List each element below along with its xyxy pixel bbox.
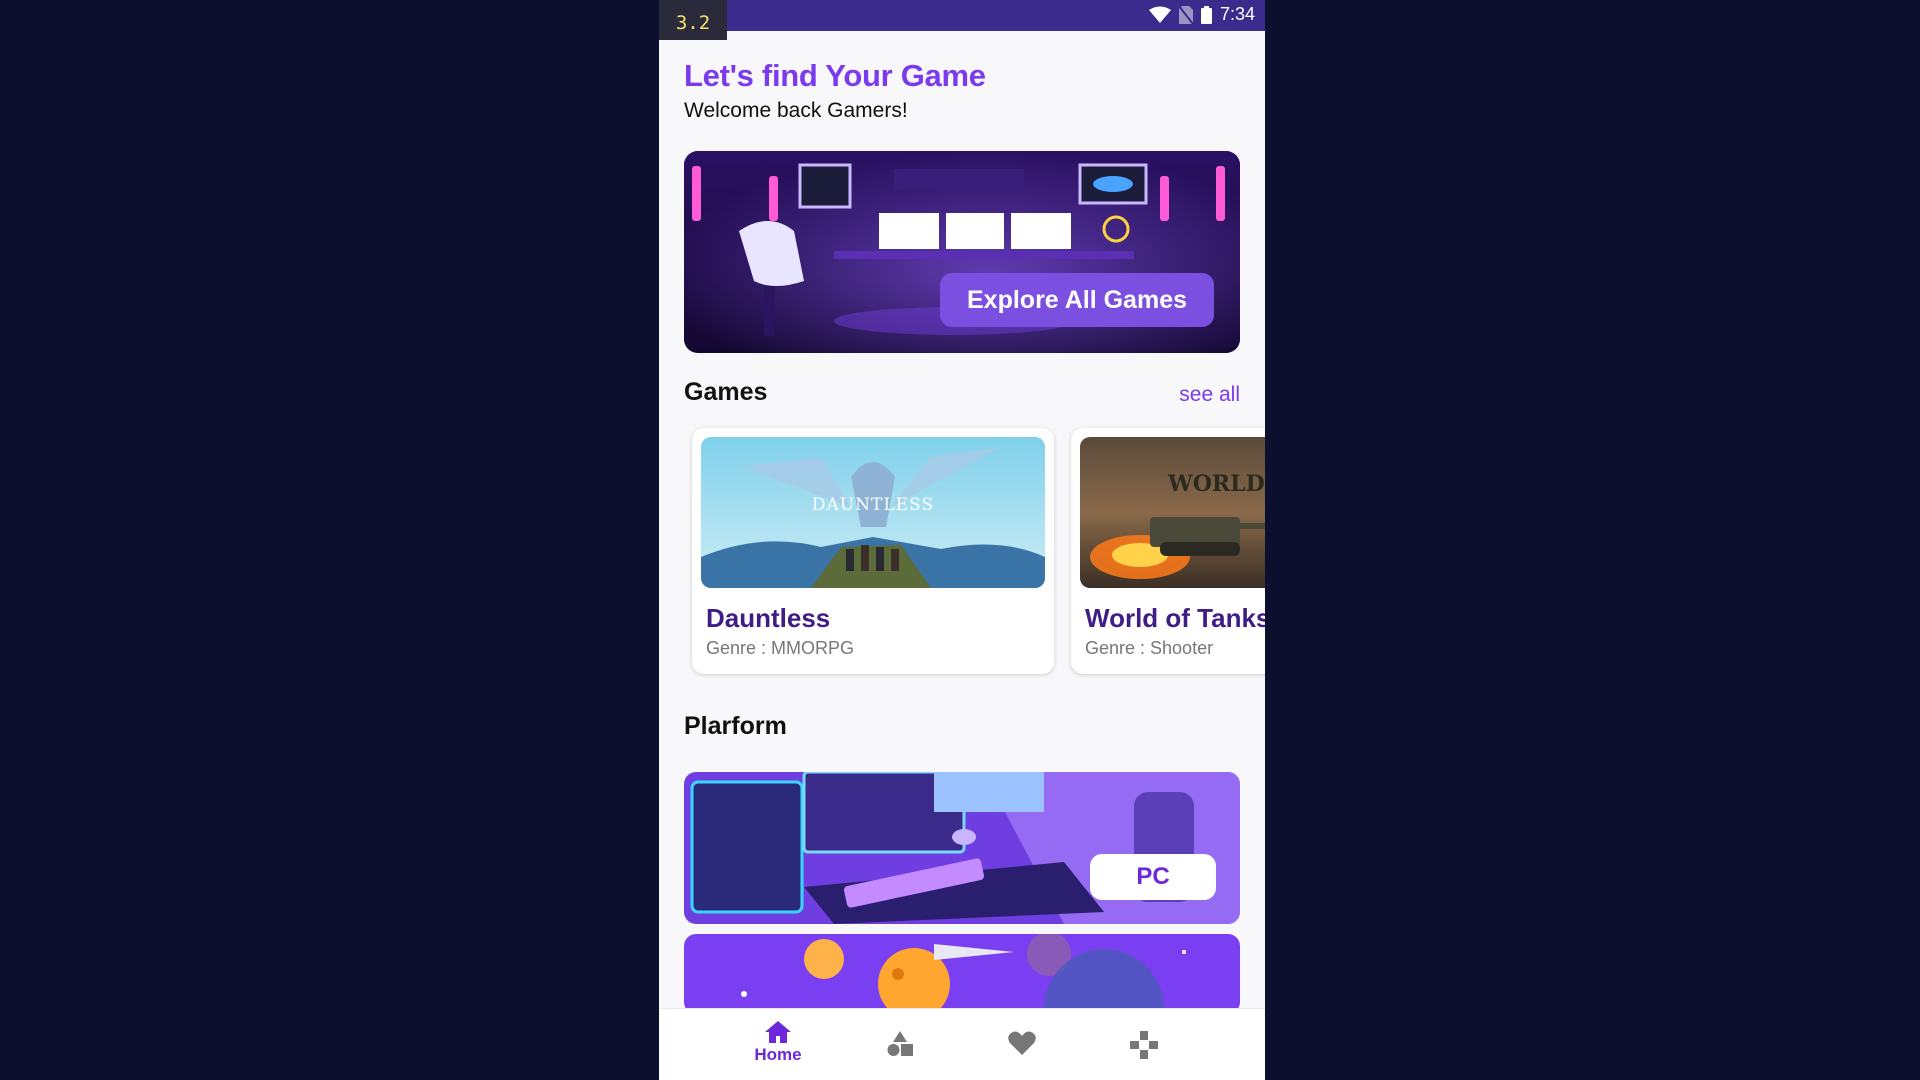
fps-counter: 3.2 [659,0,727,40]
no-sim-icon [1178,5,1193,24]
phone-screen: 3.2 7:34 Let's find Your Game Welcome ba… [659,0,1265,1080]
game-logo-text: WORLD OF [1168,471,1265,497]
status-bar: 3.2 7:34 [659,0,1265,40]
game-name: Dauntless [706,603,831,633]
see-all-link[interactable]: see all [1179,383,1240,407]
clock: 7:34 [1219,4,1255,24]
game-genre: Genre : MMORPG [706,638,855,658]
world-of-tanks-artwork [1080,437,1265,588]
status-icons: 7:34 [1148,4,1255,25]
game-thumbnail: WORLD OF [1080,437,1265,588]
gamepad-icon [1130,1031,1158,1059]
explore-all-games-button[interactable]: Explore All Games [940,273,1214,327]
nav-home[interactable]: Home [738,1021,818,1065]
game-logo-text: DAUNTLESS [811,495,935,515]
page-subtitle: Welcome back Gamers! [684,99,908,122]
pc-setup-illustration [684,772,1240,924]
games-section-title: Games [684,378,768,406]
shapes-icon [887,1031,913,1056]
game-card-dauntless[interactable]: DAUNTLESS Dauntless Genre : MMORPG [692,428,1054,674]
heart-icon [1008,1031,1036,1055]
game-card-world-of-tanks[interactable]: WORLD OF World of Tanks Genre : Shooter [1071,428,1265,674]
home-icon [765,1021,791,1043]
platform-section-title: Plarform [684,712,787,740]
bottom-navigation: Home [659,1008,1265,1080]
game-thumbnail: DAUNTLESS [701,437,1045,588]
pc-platform-button[interactable]: PC [1090,854,1216,900]
page-title: Let's find Your Game [684,58,986,93]
wifi-icon [1148,6,1171,23]
game-genre: Genre : Shooter [1085,638,1214,658]
game-name: World of Tanks [1085,603,1265,633]
battery-icon [1200,5,1212,24]
platform-card-next[interactable] [684,934,1240,1014]
nav-categories[interactable] [860,1031,940,1057]
hero-banner[interactable]: Explore All Games [684,151,1240,353]
nav-games[interactable] [1104,1031,1184,1059]
nav-favorites[interactable] [982,1031,1062,1055]
space-illustration [684,934,1240,1014]
platform-card-pc[interactable]: PC [684,772,1240,924]
nav-home-label: Home [754,1045,802,1064]
